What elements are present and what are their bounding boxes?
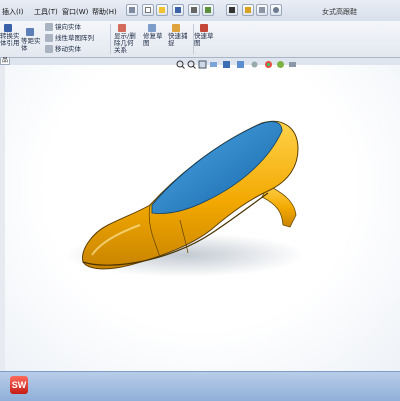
- repair-sketch-button[interactable]: 修复草图: [143, 33, 163, 47]
- display-style-icon[interactable]: [236, 60, 245, 69]
- select-icon[interactable]: [226, 4, 238, 16]
- command-manager-ribbon: 转换实体引用 等距实体 镜向实体 线性草图阵列 移动实体 显示/删除几何关系 修…: [0, 21, 400, 58]
- file-properties-icon[interactable]: [256, 4, 268, 16]
- apply-scene-icon[interactable]: [276, 60, 285, 69]
- solidworks-taskbar-button[interactable]: SW: [10, 376, 28, 394]
- section-view-icon[interactable]: [209, 60, 218, 69]
- hide-show-icon[interactable]: [250, 60, 259, 69]
- edit-appearance-icon[interactable]: [264, 60, 273, 69]
- window-title: 女式高跟鞋: [322, 8, 357, 16]
- menu-window[interactable]: 窗口(W): [62, 7, 88, 17]
- menu-tools[interactable]: 工具(T): [34, 7, 58, 17]
- windows-taskbar: [0, 371, 400, 401]
- quick-snaps-icon: [172, 24, 180, 32]
- quick-snaps-button[interactable]: 快速捕捉: [168, 33, 188, 47]
- shoe-model: [65, 120, 305, 277]
- previous-view-icon[interactable]: [198, 60, 207, 69]
- view-settings-icon[interactable]: [288, 60, 297, 69]
- move-entities-button[interactable]: 移动实体: [55, 46, 81, 53]
- pin-icon[interactable]: [126, 4, 138, 16]
- new-document-icon[interactable]: [142, 4, 154, 16]
- tab-partial[interactable]: 品: [0, 58, 10, 65]
- move-entities-icon: [45, 45, 53, 53]
- ribbon-separator: [110, 24, 111, 54]
- zoom-to-fit-icon[interactable]: [176, 60, 185, 69]
- feature-manager-edge: [0, 65, 5, 371]
- linear-pattern-icon: [45, 34, 53, 42]
- menu-help[interactable]: 帮助(H): [92, 7, 117, 17]
- menu-bar: 插入(I) 工具(T) 窗口(W) 帮助(H) 女式高跟鞋: [0, 0, 400, 22]
- heads-up-view-toolbar: [176, 60, 316, 71]
- undo-icon[interactable]: [202, 4, 214, 16]
- open-folder-icon[interactable]: [156, 4, 168, 16]
- offset-entities-button[interactable]: 等距实体: [21, 38, 41, 52]
- rapid-sketch-icon: [200, 24, 208, 32]
- display-relations-icon: [118, 24, 126, 32]
- rebuild-icon[interactable]: [242, 4, 254, 16]
- repair-sketch-icon: [148, 24, 156, 32]
- menu-insert[interactable]: 插入(I): [2, 7, 24, 17]
- view-orientation-icon[interactable]: [222, 60, 231, 69]
- convert-entities-icon: [4, 24, 12, 32]
- print-icon[interactable]: [188, 4, 200, 16]
- graphics-area[interactable]: [0, 65, 400, 371]
- zoom-area-icon[interactable]: [187, 60, 196, 69]
- display-relations-button[interactable]: 显示/删除几何关系: [114, 33, 138, 54]
- options-icon[interactable]: [270, 4, 282, 16]
- mirror-entities-button[interactable]: 镜向实体: [55, 24, 81, 31]
- offset-entities-icon: [26, 28, 34, 36]
- rapid-sketch-button[interactable]: 快速草图: [194, 33, 216, 47]
- convert-entities-button[interactable]: 转换实体引用: [0, 33, 20, 47]
- mirror-entities-icon: [45, 23, 53, 31]
- linear-pattern-button[interactable]: 线性草图阵列: [55, 35, 94, 42]
- save-icon[interactable]: [172, 4, 184, 16]
